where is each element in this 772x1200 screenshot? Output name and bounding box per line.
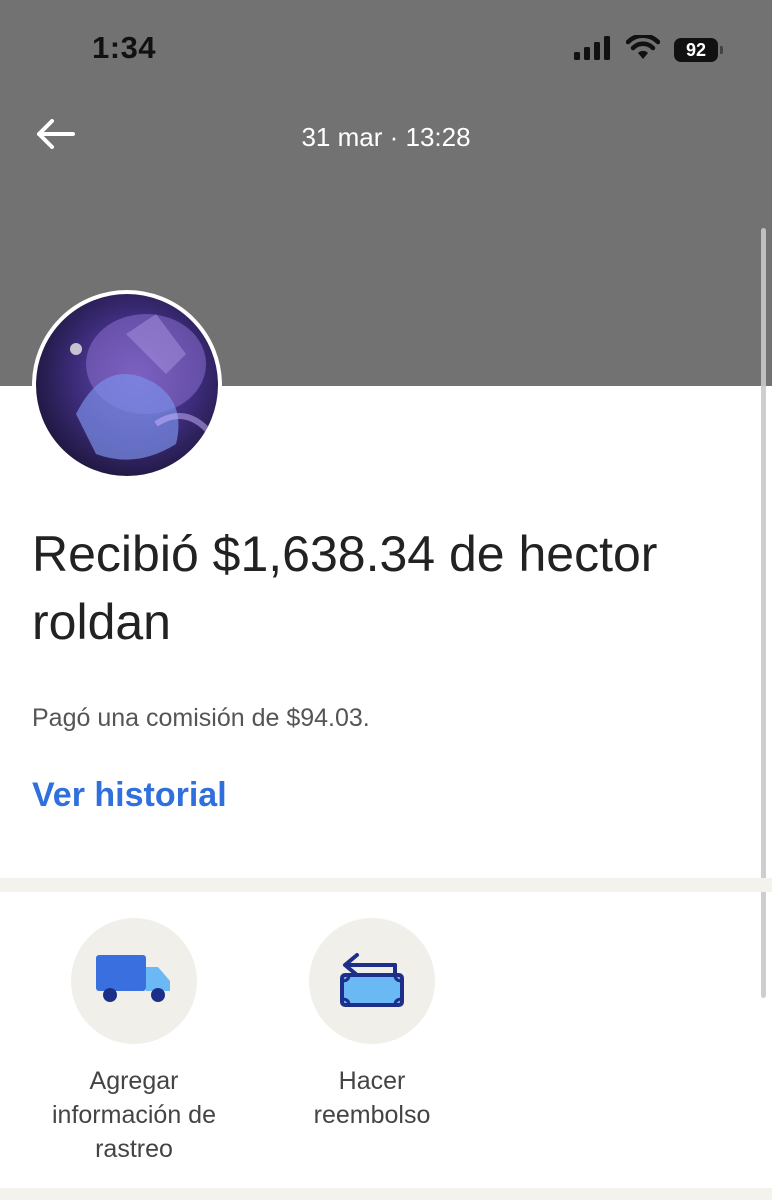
wifi-icon: [625, 33, 661, 66]
section-divider: [0, 878, 772, 892]
fee-text: Pagó una comisión de $94.03.: [32, 704, 370, 732]
refund-icon: [337, 947, 407, 1016]
add-tracking-button[interactable]: Agregar información de rastreo: [9, 918, 259, 1166]
truck-icon: [94, 951, 174, 1012]
avatar: [32, 290, 222, 480]
view-history-link[interactable]: Ver historial: [32, 776, 227, 815]
cellular-signal-icon: [574, 35, 612, 65]
refund-button[interactable]: Hacer reembolso: [247, 918, 497, 1132]
bottom-divider: [0, 1188, 772, 1200]
status-icons: 92: [574, 33, 723, 66]
battery-level: 92: [685, 39, 707, 60]
status-time: 1:34: [92, 30, 157, 65]
transaction-title: Recibió $1,638.34 de hector roldan: [32, 526, 658, 650]
refund-icon-circle: [309, 918, 435, 1044]
add-tracking-label: Agregar información de rastreo: [52, 1067, 216, 1163]
transaction-date: 31 mar · 13:28: [301, 122, 471, 152]
refund-label: Hacer reembolso: [313, 1067, 431, 1129]
add-tracking-icon-circle: [71, 918, 197, 1044]
battery-icon: 92: [674, 38, 723, 62]
